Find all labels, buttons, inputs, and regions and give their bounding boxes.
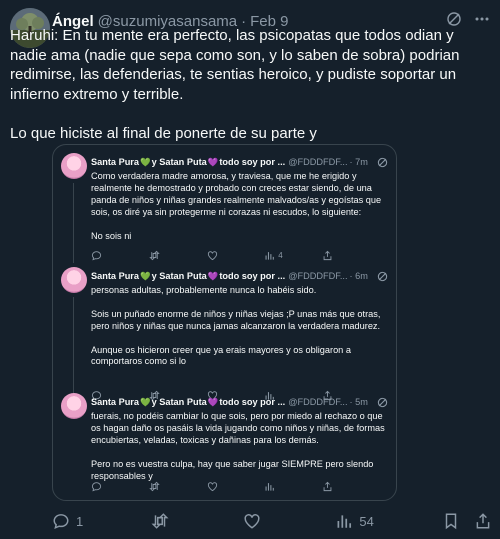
quoted-author-name-part[interactable]: todo soy por ... [219, 157, 285, 167]
grok-icon[interactable] [377, 271, 388, 282]
more-options-icon[interactable] [474, 11, 490, 27]
quoted-author-avatar[interactable] [61, 267, 87, 293]
quoted-author-handle[interactable]: @FDDDFDF... [288, 157, 347, 167]
quoted-author-name-part[interactable]: y Satan Puta [152, 271, 207, 281]
quoted-author-handle[interactable]: @FDDDFDF... [288, 397, 347, 407]
quoted-author-name-part[interactable]: y Satan Puta [152, 397, 207, 407]
quoted-tweet-header: Santa Pura 💚 y Satan Puta 💜 todo soy por… [91, 155, 388, 169]
quoted-tweet-header: Santa Pura 💚 y Satan Puta 💜 todo soy por… [91, 269, 388, 283]
grok-icon[interactable] [377, 157, 388, 168]
like-button[interactable] [243, 512, 267, 530]
reply-count: 1 [76, 513, 84, 529]
views-count: 54 [359, 513, 374, 529]
quoted-author-name[interactable]: Santa Pura [91, 397, 139, 407]
repost-button[interactable] [149, 481, 207, 492]
quoted-tweet-text: Como verdadera madre amorosa, y traviesa… [91, 171, 382, 241]
purple-heart-icon: 💜 [207, 156, 219, 167]
quoted-tweet-time[interactable]: · 5m [350, 397, 368, 407]
tweet-text: Haruhi: En tu mente era perfecto, las ps… [10, 27, 460, 142]
thread-connector [73, 183, 74, 263]
reply-button[interactable] [91, 250, 149, 261]
green-heart-icon: 💚 [140, 156, 151, 167]
reply-button[interactable]: 1 [52, 512, 83, 530]
quoted-thread[interactable]: Santa Pura 💚 y Satan Puta 💜 todo soy por… [52, 144, 397, 501]
grok-icon[interactable] [446, 11, 462, 27]
quoted-tweet-text: personas adultas, probablemente nunca lo… [91, 285, 381, 367]
quoted-author-handle[interactable]: @FDDDFDF... [288, 271, 347, 281]
share-button[interactable] [322, 481, 336, 492]
repost-button[interactable] [151, 512, 175, 530]
grok-icon[interactable] [377, 397, 388, 408]
quoted-tweet-actions [91, 480, 336, 492]
bookmark-button[interactable] [442, 512, 460, 530]
views-button[interactable]: 54 [335, 512, 374, 530]
quoted-author-avatar[interactable] [61, 393, 87, 419]
thread-connector [73, 297, 74, 393]
repost-button[interactable] [149, 250, 207, 261]
purple-heart-icon: 💜 [207, 270, 219, 281]
share-button[interactable] [322, 250, 336, 261]
quoted-tweet-actions: 4 [91, 249, 336, 261]
share-button[interactable] [474, 512, 492, 530]
quoted-tweet-time[interactable]: · 6m [350, 271, 368, 281]
like-button[interactable] [207, 481, 265, 492]
views-count: 4 [278, 250, 283, 260]
views-button[interactable]: 4 [264, 250, 322, 261]
quoted-author-name-part[interactable]: todo soy por ... [219, 397, 285, 407]
quoted-author-name[interactable]: Santa Pura [91, 271, 139, 281]
quoted-tweet-time[interactable]: · 7m [350, 157, 368, 167]
views-button[interactable] [264, 481, 322, 492]
quoted-author-name-part[interactable]: y Satan Puta [152, 157, 207, 167]
quoted-author-name[interactable]: Santa Pura [91, 157, 139, 167]
quoted-author-avatar[interactable] [61, 153, 87, 179]
reply-button[interactable] [91, 481, 149, 492]
purple-heart-icon: 💜 [207, 396, 219, 407]
quoted-tweet-header: Santa Pura 💚 y Satan Puta 💜 todo soy por… [91, 395, 388, 409]
quoted-author-name-part[interactable]: todo soy por ... [219, 271, 285, 281]
tweet-actions: 1 54 [52, 510, 492, 532]
green-heart-icon: 💚 [140, 396, 151, 407]
quoted-tweet-text: fuerais, no podéis cambiar lo que sois, … [91, 411, 385, 481]
like-button[interactable] [207, 250, 265, 261]
green-heart-icon: 💚 [140, 270, 151, 281]
tweet: Ángel @suzumiyasansama · Feb 9 Haruhi: E… [0, 0, 500, 539]
